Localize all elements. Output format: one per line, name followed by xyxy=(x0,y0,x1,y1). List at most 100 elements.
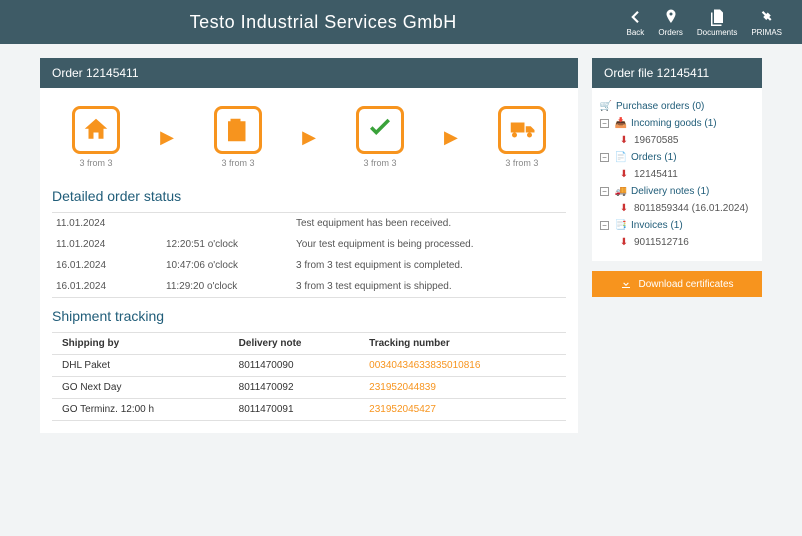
arrow-icon: ▶ xyxy=(444,127,458,148)
step-processing: 3 from 3 xyxy=(214,106,262,168)
orders-label: Orders xyxy=(658,28,682,37)
tree-item-invoices[interactable]: − 📑 Invoices (1) xyxy=(600,217,754,234)
tree-item-order-doc[interactable]: ⬇ 12145411 xyxy=(600,166,754,183)
tree-item-purchase-orders[interactable]: 🛒 Purchase orders (0) xyxy=(600,98,754,115)
col-tracking: Tracking number xyxy=(359,333,566,355)
status-time xyxy=(162,213,292,235)
orders-folder-icon: 📄 xyxy=(615,152,627,164)
table-row: GO Terminz. 12:00 h 8011470091 231952045… xyxy=(52,399,566,421)
arrow-icon: ▶ xyxy=(160,127,174,148)
order-file-title: Order file 12145411 xyxy=(592,58,762,88)
inbox-icon: 📥 xyxy=(615,118,627,130)
status-time: 10:47:06 o'clock xyxy=(162,255,292,276)
app-title: Testo Industrial Services GmbH xyxy=(20,12,626,33)
status-date: 11.01.2024 xyxy=(52,213,162,235)
order-file-panel: Order file 12145411 🛒 Purchase orders (0… xyxy=(592,58,762,433)
tree-label: Delivery notes (1) xyxy=(631,184,709,199)
status-msg: Your test equipment is being processed. xyxy=(292,234,566,255)
step-shipped: 3 from 3 xyxy=(498,106,546,168)
download-label: Download certificates xyxy=(638,279,733,290)
truck-icon xyxy=(498,106,546,154)
download-certificates-button[interactable]: Download certificates xyxy=(592,271,762,297)
tracking-link[interactable]: 231952045427 xyxy=(359,399,566,421)
tree-item-incoming-doc[interactable]: ⬇ 19670585 xyxy=(600,132,754,149)
order-panel-body: 3 from 3 ▶ 3 from 3 ▶ 3 from 3 ▶ xyxy=(40,88,578,433)
collapse-icon[interactable]: − xyxy=(600,119,609,128)
status-table: 11.01.2024 Test equipment has been recei… xyxy=(52,212,566,298)
delivery-icon: 🚚 xyxy=(615,186,627,198)
table-row: DHL Paket 8011470090 0034043463383501081… xyxy=(52,355,566,377)
pdf-icon: ⬇ xyxy=(618,135,630,147)
documents-label: Documents xyxy=(697,28,737,37)
tree-label: Invoices (1) xyxy=(631,218,683,233)
tree-label: 19670585 xyxy=(634,133,679,148)
tree-label: Incoming goods (1) xyxy=(631,116,717,131)
tree-label: Purchase orders (0) xyxy=(616,99,704,114)
documents-icon xyxy=(708,8,726,26)
pin-icon xyxy=(662,8,680,26)
tree-label: 9011512716 xyxy=(634,235,689,250)
step-received: 3 from 3 xyxy=(72,106,120,168)
table-header-row: Shipping by Delivery note Tracking numbe… xyxy=(52,333,566,355)
collapse-icon[interactable]: − xyxy=(600,221,609,230)
orders-button[interactable]: Orders xyxy=(658,8,682,37)
check-icon xyxy=(356,106,404,154)
collapse-icon[interactable]: − xyxy=(600,187,609,196)
ship-carrier: DHL Paket xyxy=(52,355,229,377)
back-icon xyxy=(626,8,644,26)
step-completed: 3 from 3 xyxy=(356,106,404,168)
download-icon xyxy=(620,278,632,290)
col-note: Delivery note xyxy=(229,333,360,355)
status-time: 11:29:20 o'clock xyxy=(162,276,292,298)
pdf-icon: ⬇ xyxy=(618,237,630,249)
tree-item-incoming[interactable]: − 📥 Incoming goods (1) xyxy=(600,115,754,132)
tree-item-orders[interactable]: − 📄 Orders (1) xyxy=(600,149,754,166)
arrow-icon: ▶ xyxy=(302,127,316,148)
step-caption: 3 from 3 xyxy=(221,158,254,168)
ship-note: 8011470091 xyxy=(229,399,360,421)
shipment-table: Shipping by Delivery note Tracking numbe… xyxy=(52,332,566,421)
status-date: 11.01.2024 xyxy=(52,234,162,255)
back-label: Back xyxy=(627,28,645,37)
status-time: 12:20:51 o'clock xyxy=(162,234,292,255)
table-row: 11.01.2024 Test equipment has been recei… xyxy=(52,213,566,235)
file-tree: 🛒 Purchase orders (0) − 📥 Incoming goods… xyxy=(592,88,762,261)
collapse-icon[interactable]: − xyxy=(600,153,609,162)
house-icon xyxy=(72,106,120,154)
pdf-icon: ⬇ xyxy=(618,169,630,181)
table-row: 16.01.2024 10:47:06 o'clock 3 from 3 tes… xyxy=(52,255,566,276)
primas-label: PRIMAS xyxy=(751,28,782,37)
step-caption: 3 from 3 xyxy=(80,158,113,168)
primas-icon xyxy=(758,8,776,26)
main-content: Order 12145411 3 from 3 ▶ 3 from 3 ▶ xyxy=(0,44,802,447)
table-row: 11.01.2024 12:20:51 o'clock Your test eq… xyxy=(52,234,566,255)
col-shipping: Shipping by xyxy=(52,333,229,355)
step-caption: 3 from 3 xyxy=(363,158,396,168)
ship-note: 8011470090 xyxy=(229,355,360,377)
shipment-title: Shipment tracking xyxy=(52,308,566,324)
tree-label: 12145411 xyxy=(634,167,678,182)
top-bar: Testo Industrial Services GmbH Back Orde… xyxy=(0,0,802,44)
tree-item-delivery-doc[interactable]: ⬇ 8011859344 (16.01.2024) xyxy=(600,200,754,217)
tree-item-invoice-doc[interactable]: ⬇ 9011512716 xyxy=(600,234,754,251)
status-date: 16.01.2024 xyxy=(52,255,162,276)
documents-button[interactable]: Documents xyxy=(697,8,737,37)
detail-status-title: Detailed order status xyxy=(52,188,566,204)
status-msg: 3 from 3 test equipment is completed. xyxy=(292,255,566,276)
tree-item-delivery[interactable]: − 🚚 Delivery notes (1) xyxy=(600,183,754,200)
order-panel: Order 12145411 3 from 3 ▶ 3 from 3 ▶ xyxy=(40,58,578,433)
primas-button[interactable]: PRIMAS xyxy=(751,8,782,37)
pdf-icon: ⬇ xyxy=(618,203,630,215)
tracking-link[interactable]: 00340434633835010816 xyxy=(359,355,566,377)
ship-carrier: GO Terminz. 12:00 h xyxy=(52,399,229,421)
step-caption: 3 from 3 xyxy=(505,158,538,168)
topbar-actions: Back Orders Documents PRIMAS xyxy=(626,8,782,37)
invoice-icon: 📑 xyxy=(615,220,627,232)
tracking-link[interactable]: 231952044839 xyxy=(359,377,566,399)
ship-note: 8011470092 xyxy=(229,377,360,399)
progress-steps: 3 from 3 ▶ 3 from 3 ▶ 3 from 3 ▶ xyxy=(52,100,566,178)
status-msg: Test equipment has been received. xyxy=(292,213,566,235)
back-button[interactable]: Back xyxy=(626,8,644,37)
ship-carrier: GO Next Day xyxy=(52,377,229,399)
table-row: GO Next Day 8011470092 231952044839 xyxy=(52,377,566,399)
